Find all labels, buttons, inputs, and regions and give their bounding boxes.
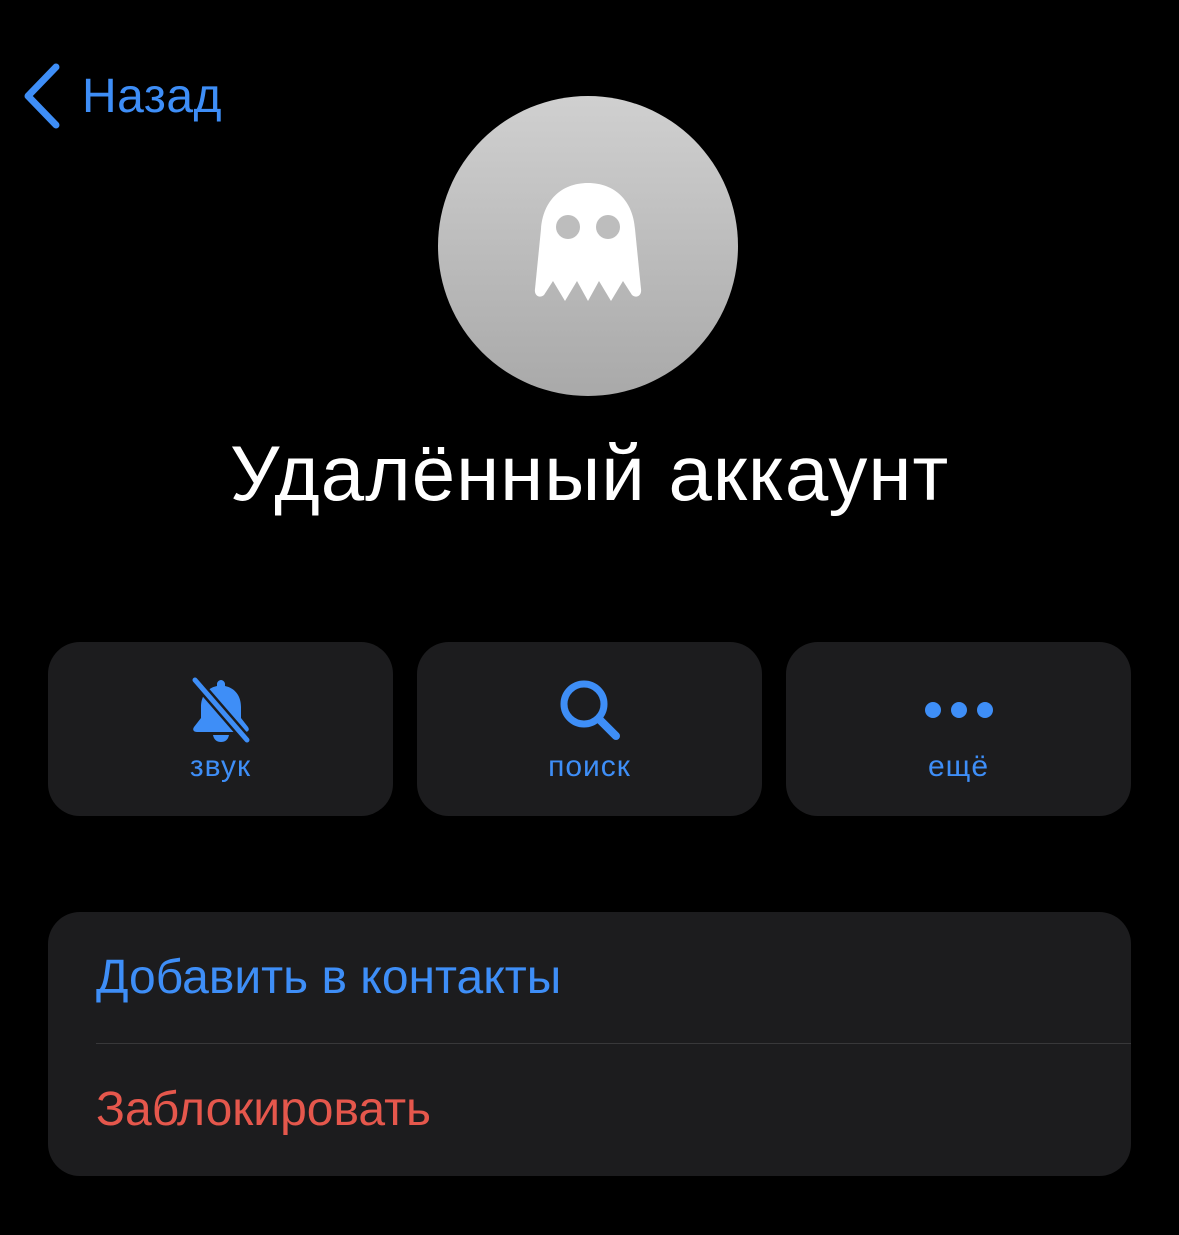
avatar[interactable] [438,96,738,396]
mute-button[interactable]: звук [48,642,393,816]
profile-name: Удалённый аккаунт [229,429,950,517]
more-label: ещё [927,750,990,783]
back-label: Назад [82,69,223,123]
search-button[interactable]: поиск [417,642,762,816]
options-list: Добавить в контакты Заблокировать [48,912,1131,1176]
add-to-contacts-item[interactable]: Добавить в контакты [96,912,1131,1043]
ghost-icon [521,177,655,316]
search-icon [550,670,630,750]
back-button[interactable]: Назад [20,60,222,132]
more-dots-icon [919,670,999,750]
block-item[interactable]: Заблокировать [96,1044,1131,1175]
add-to-contacts-label: Добавить в контакты [96,951,562,1004]
bell-slash-icon [181,670,261,750]
block-label: Заблокировать [96,1083,432,1136]
search-label: поиск [548,750,631,783]
chevron-left-icon [20,63,62,129]
mute-label: звук [189,750,252,783]
action-bar: звук поиск ещё [48,642,1131,816]
more-button[interactable]: ещё [786,642,1131,816]
